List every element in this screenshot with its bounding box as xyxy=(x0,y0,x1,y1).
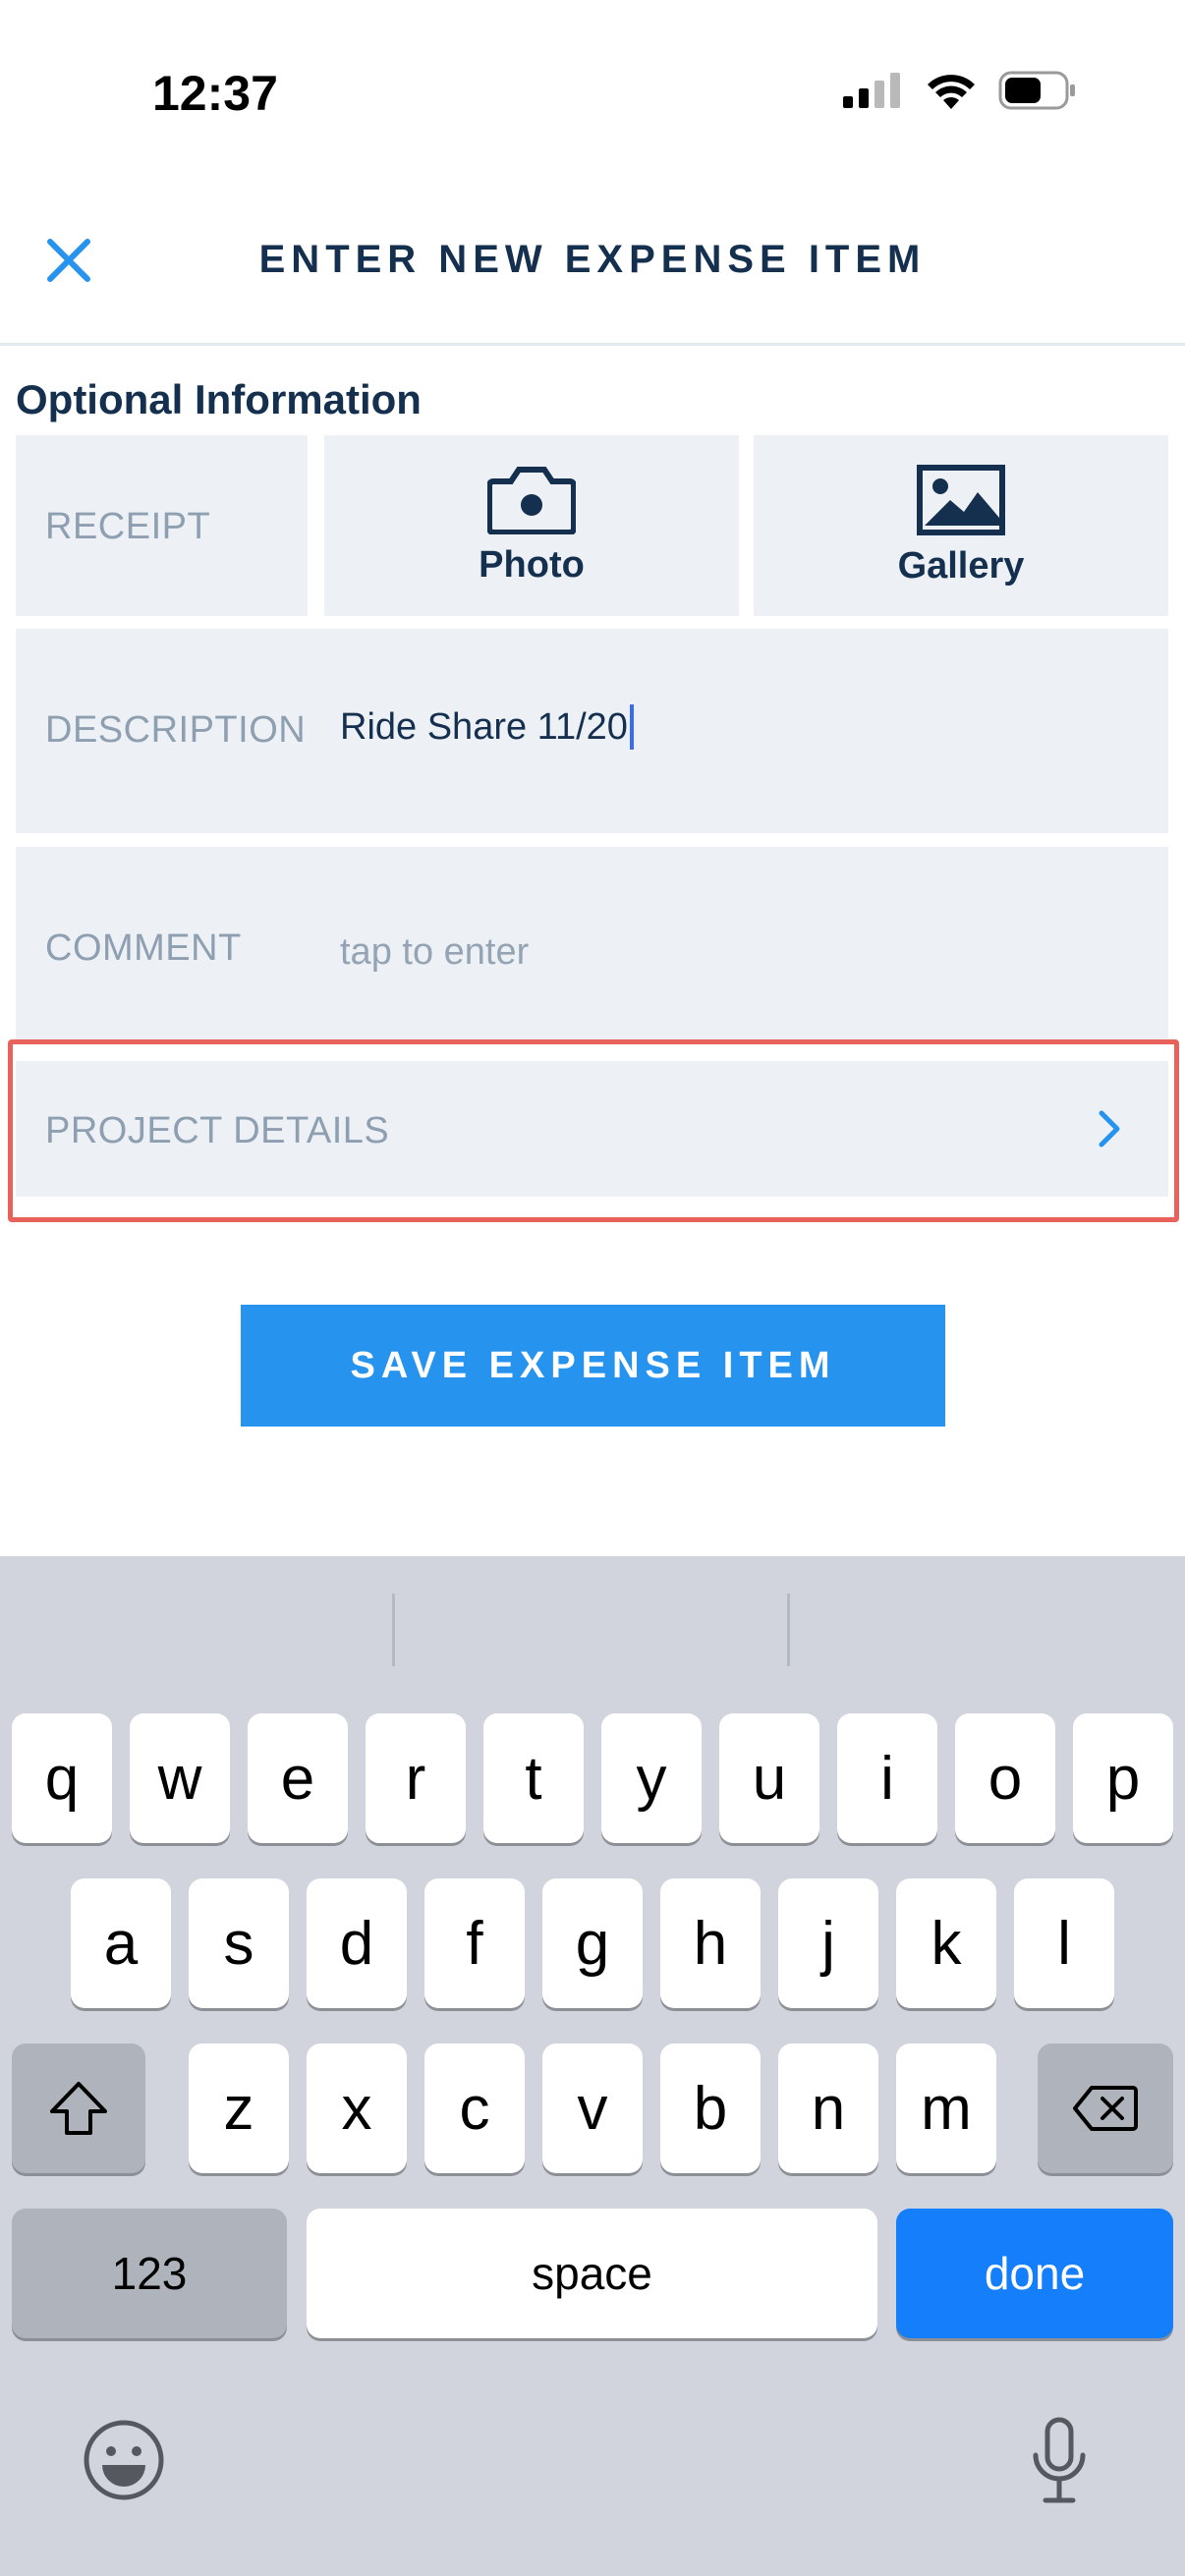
shift-key[interactable] xyxy=(12,2044,145,2173)
key-h[interactable]: h xyxy=(660,1878,761,2008)
key-o[interactable]: o xyxy=(955,1713,1055,1843)
suggestion-divider xyxy=(787,1594,790,1666)
key-v[interactable]: v xyxy=(542,2044,643,2173)
backspace-key[interactable] xyxy=(1038,2044,1173,2173)
key-q[interactable]: q xyxy=(12,1713,112,1843)
key-y[interactable]: y xyxy=(601,1713,702,1843)
key-c[interactable]: c xyxy=(424,2044,525,2173)
key-t[interactable]: t xyxy=(483,1713,584,1843)
save-expense-button[interactable]: SAVE EXPENSE ITEM xyxy=(241,1305,945,1427)
backspace-icon xyxy=(1073,2086,1138,2131)
key-m[interactable]: m xyxy=(896,2044,996,2173)
keyboard: q w e r t y u i o p a s d f g h j k l z … xyxy=(0,1556,1185,2576)
key-f[interactable]: f xyxy=(424,1878,525,2008)
key-k[interactable]: k xyxy=(896,1878,996,2008)
key-i[interactable]: i xyxy=(837,1713,937,1843)
key-l[interactable]: l xyxy=(1014,1878,1114,2008)
comment-label: COMMENT xyxy=(45,927,242,969)
receipt-row: RECEIPT xyxy=(16,435,308,616)
key-d[interactable]: d xyxy=(307,1878,407,2008)
key-n[interactable]: n xyxy=(778,2044,878,2173)
key-x[interactable]: x xyxy=(307,2044,407,2173)
description-input[interactable]: Ride Share 11/20 xyxy=(340,704,634,750)
key-s[interactable]: s xyxy=(189,1878,289,2008)
wifi-icon xyxy=(928,75,975,109)
key-u[interactable]: u xyxy=(719,1713,819,1843)
key-e[interactable]: e xyxy=(248,1713,348,1843)
emoji-icon xyxy=(84,2420,164,2500)
highlight-box xyxy=(8,1039,1179,1222)
photo-button[interactable]: Photo xyxy=(324,435,739,616)
key-g[interactable]: g xyxy=(542,1878,643,2008)
key-p[interactable]: p xyxy=(1073,1713,1173,1843)
signal-icon xyxy=(843,73,900,108)
gallery-icon xyxy=(917,464,1005,535)
text-caret xyxy=(629,704,634,750)
shift-icon xyxy=(50,2082,107,2135)
key-w[interactable]: w xyxy=(130,1713,230,1843)
key-r[interactable]: r xyxy=(366,1713,466,1843)
status-time: 12:37 xyxy=(152,66,278,121)
section-title: Optional Information xyxy=(16,376,422,422)
numbers-key[interactable]: 123 xyxy=(12,2209,287,2338)
done-key[interactable]: done xyxy=(896,2209,1173,2338)
comment-field[interactable]: COMMENT tap to enter xyxy=(16,847,1168,1039)
header-divider xyxy=(0,343,1185,346)
camera-icon xyxy=(487,466,576,534)
gallery-label: Gallery xyxy=(897,544,1025,587)
microphone-icon xyxy=(1033,2417,1086,2503)
description-label: DESCRIPTION xyxy=(45,709,307,751)
status-icons xyxy=(843,71,1077,110)
gallery-button[interactable]: Gallery xyxy=(754,435,1168,616)
comment-placeholder: tap to enter xyxy=(340,931,530,973)
space-key[interactable]: space xyxy=(307,2209,877,2338)
receipt-label: RECEIPT xyxy=(45,506,211,547)
key-j[interactable]: j xyxy=(778,1878,878,2008)
battery-icon xyxy=(998,71,1075,110)
page-title: ENTER NEW EXPENSE ITEM xyxy=(258,238,927,281)
description-value: Ride Share 11/20 xyxy=(340,705,628,748)
photo-label: Photo xyxy=(479,543,585,586)
key-z[interactable]: z xyxy=(189,2044,289,2173)
key-b[interactable]: b xyxy=(660,2044,761,2173)
description-field[interactable]: DESCRIPTION Ride Share 11/20 xyxy=(16,629,1168,833)
microphone-button[interactable] xyxy=(1010,2407,1108,2515)
emoji-button[interactable] xyxy=(75,2411,173,2509)
suggestion-divider xyxy=(392,1594,395,1666)
key-a[interactable]: a xyxy=(71,1878,171,2008)
